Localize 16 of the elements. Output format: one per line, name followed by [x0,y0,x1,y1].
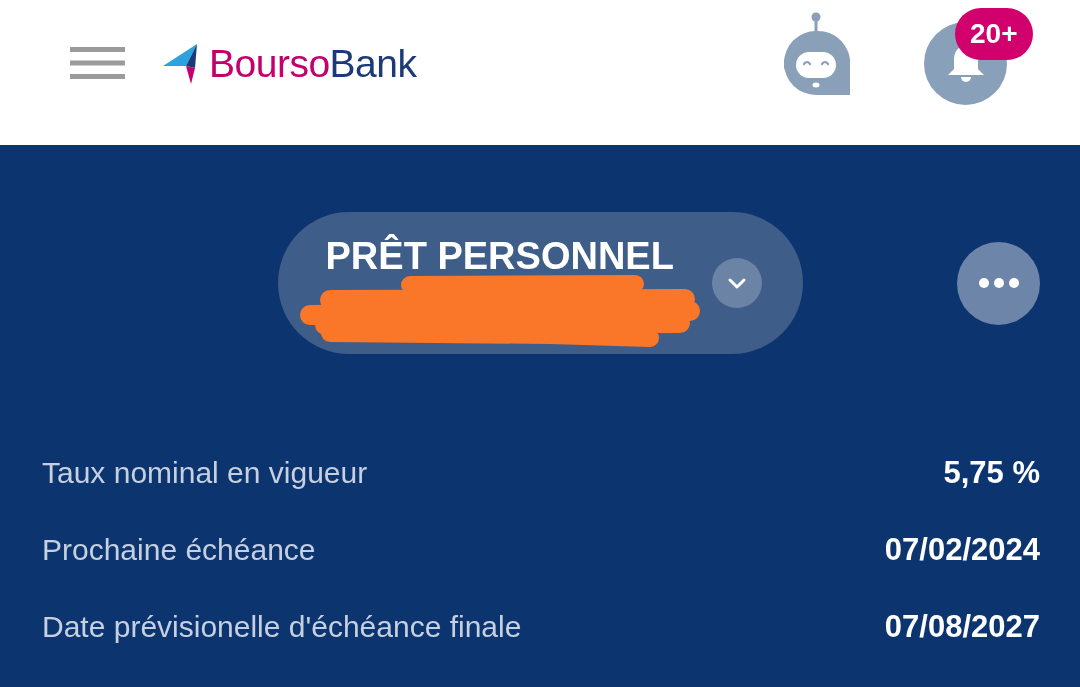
detail-value: 07/02/2024 [884,534,1040,565]
logo-icon [162,43,198,84]
menu-button[interactable] [70,47,125,79]
menu-icon [70,47,125,79]
logo-wordmark: BoursoBank [209,44,417,83]
loan-selector[interactable]: PRÊT PERSONNEL [277,212,803,354]
detail-label: Taux nominal en vigueur [42,457,368,488]
robot-icon [782,12,850,96]
detail-label: Prochaine échéance [42,534,316,565]
notification-badge: 20+ [955,8,1033,60]
detail-value: 5,75 % [943,457,1040,488]
more-icon [978,278,1019,288]
detail-label: Date prévisionelle d'échéance finale [42,611,522,642]
chatbot-button[interactable] [782,12,850,96]
detail-value: 07/08/2027 [884,611,1040,642]
chevron-down-icon [711,258,762,308]
